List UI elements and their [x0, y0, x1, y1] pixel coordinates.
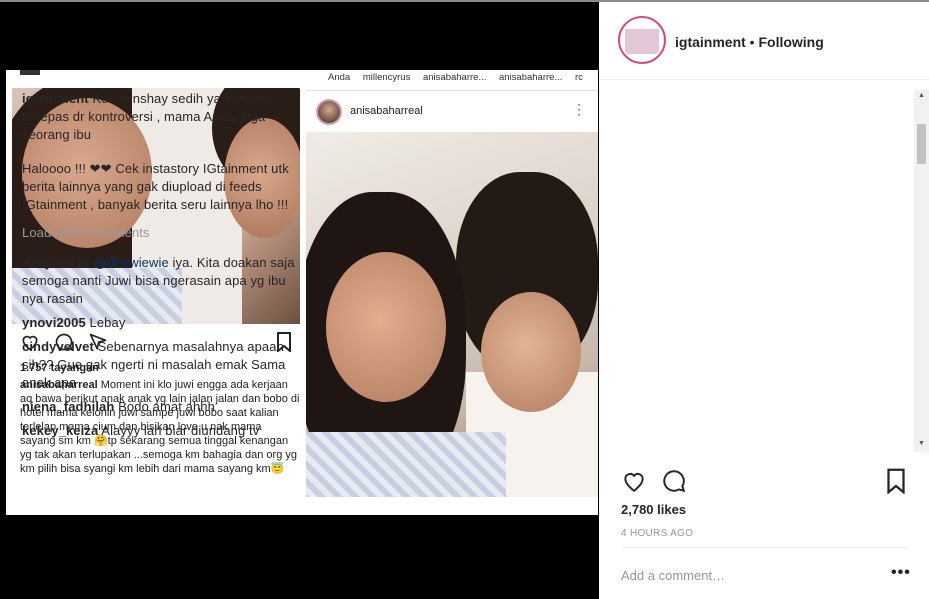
- account-name[interactable]: igtainment: [675, 34, 746, 50]
- comments-scrollbar[interactable]: ▲ ▼: [914, 90, 929, 452]
- comment-user[interactable]: ynovi2005: [22, 315, 86, 330]
- comment: niena_fadhilah Bodo amat ahhh: [22, 398, 310, 416]
- account-header: igtainment • Following: [675, 34, 824, 50]
- comment-text: Alayyy lah biar diundang tv: [101, 423, 260, 438]
- caption-extra: Haloooo !!! ❤❤ Cek instastory IGtainment…: [22, 161, 289, 212]
- right-username: anisabaharreal: [350, 105, 423, 117]
- comment: kekey_keiza Alayyy lah biar diundang tv: [22, 422, 310, 440]
- comments-list[interactable]: igtainment Kok minshay sedih ya bacanya …: [22, 90, 310, 452]
- story-label: anisabaharre...: [499, 72, 563, 83]
- account-avatar[interactable]: [618, 16, 666, 64]
- load-more-comments[interactable]: Load more comments: [22, 224, 310, 242]
- comment-text: Bodo amat ahhh: [118, 399, 215, 414]
- caption: igtainment Kok minshay sedih ya bacanya …: [22, 90, 310, 144]
- comment-text: Lebay: [89, 315, 126, 330]
- comment-user[interactable]: niena_fadhilah: [22, 399, 114, 414]
- comment: cindyvelvet Sebenarnya masalahnya apaan …: [22, 338, 310, 392]
- avatar: [316, 99, 342, 125]
- post-sidebar: igtainment • Following: [599, 2, 929, 599]
- following-button[interactable]: Following: [758, 34, 823, 50]
- story-label: rc: [575, 72, 583, 83]
- right-screenshot: Anda millencyrus anisabaharre... anisaba…: [306, 70, 598, 515]
- right-post-header: anisabaharreal ⋮: [306, 90, 598, 130]
- story-label: millencyrus: [362, 72, 411, 83]
- story-label: anisabaharre...: [422, 72, 487, 83]
- caption-user[interactable]: igtainment: [22, 91, 89, 106]
- more-vertical-icon: ⋮: [572, 101, 586, 117]
- status-bar-fragment: [20, 70, 40, 75]
- right-photo: [306, 132, 598, 497]
- comment: rizkynov16 @dhewiewie iya. Kita doakan s…: [22, 254, 310, 308]
- scroll-up-icon[interactable]: ▲: [918, 92, 925, 99]
- comment-mention[interactable]: @dhewiewie: [94, 255, 169, 270]
- comment-user[interactable]: kekey_keiza: [22, 423, 98, 438]
- comment-user[interactable]: rizkynov16: [22, 255, 90, 270]
- comment: ynovi2005 Lebay: [22, 314, 310, 332]
- story-label: Anda: [328, 72, 351, 83]
- header-separator: •: [749, 34, 755, 50]
- scroll-down-icon[interactable]: ▼: [918, 440, 925, 447]
- comment-user[interactable]: cindyvelvet: [22, 339, 94, 354]
- post-header: igtainment • Following: [599, 2, 929, 80]
- scrollbar-thumb[interactable]: [917, 124, 926, 164]
- stories-row: Anda millencyrus anisabaharre... anisaba…: [306, 72, 598, 86]
